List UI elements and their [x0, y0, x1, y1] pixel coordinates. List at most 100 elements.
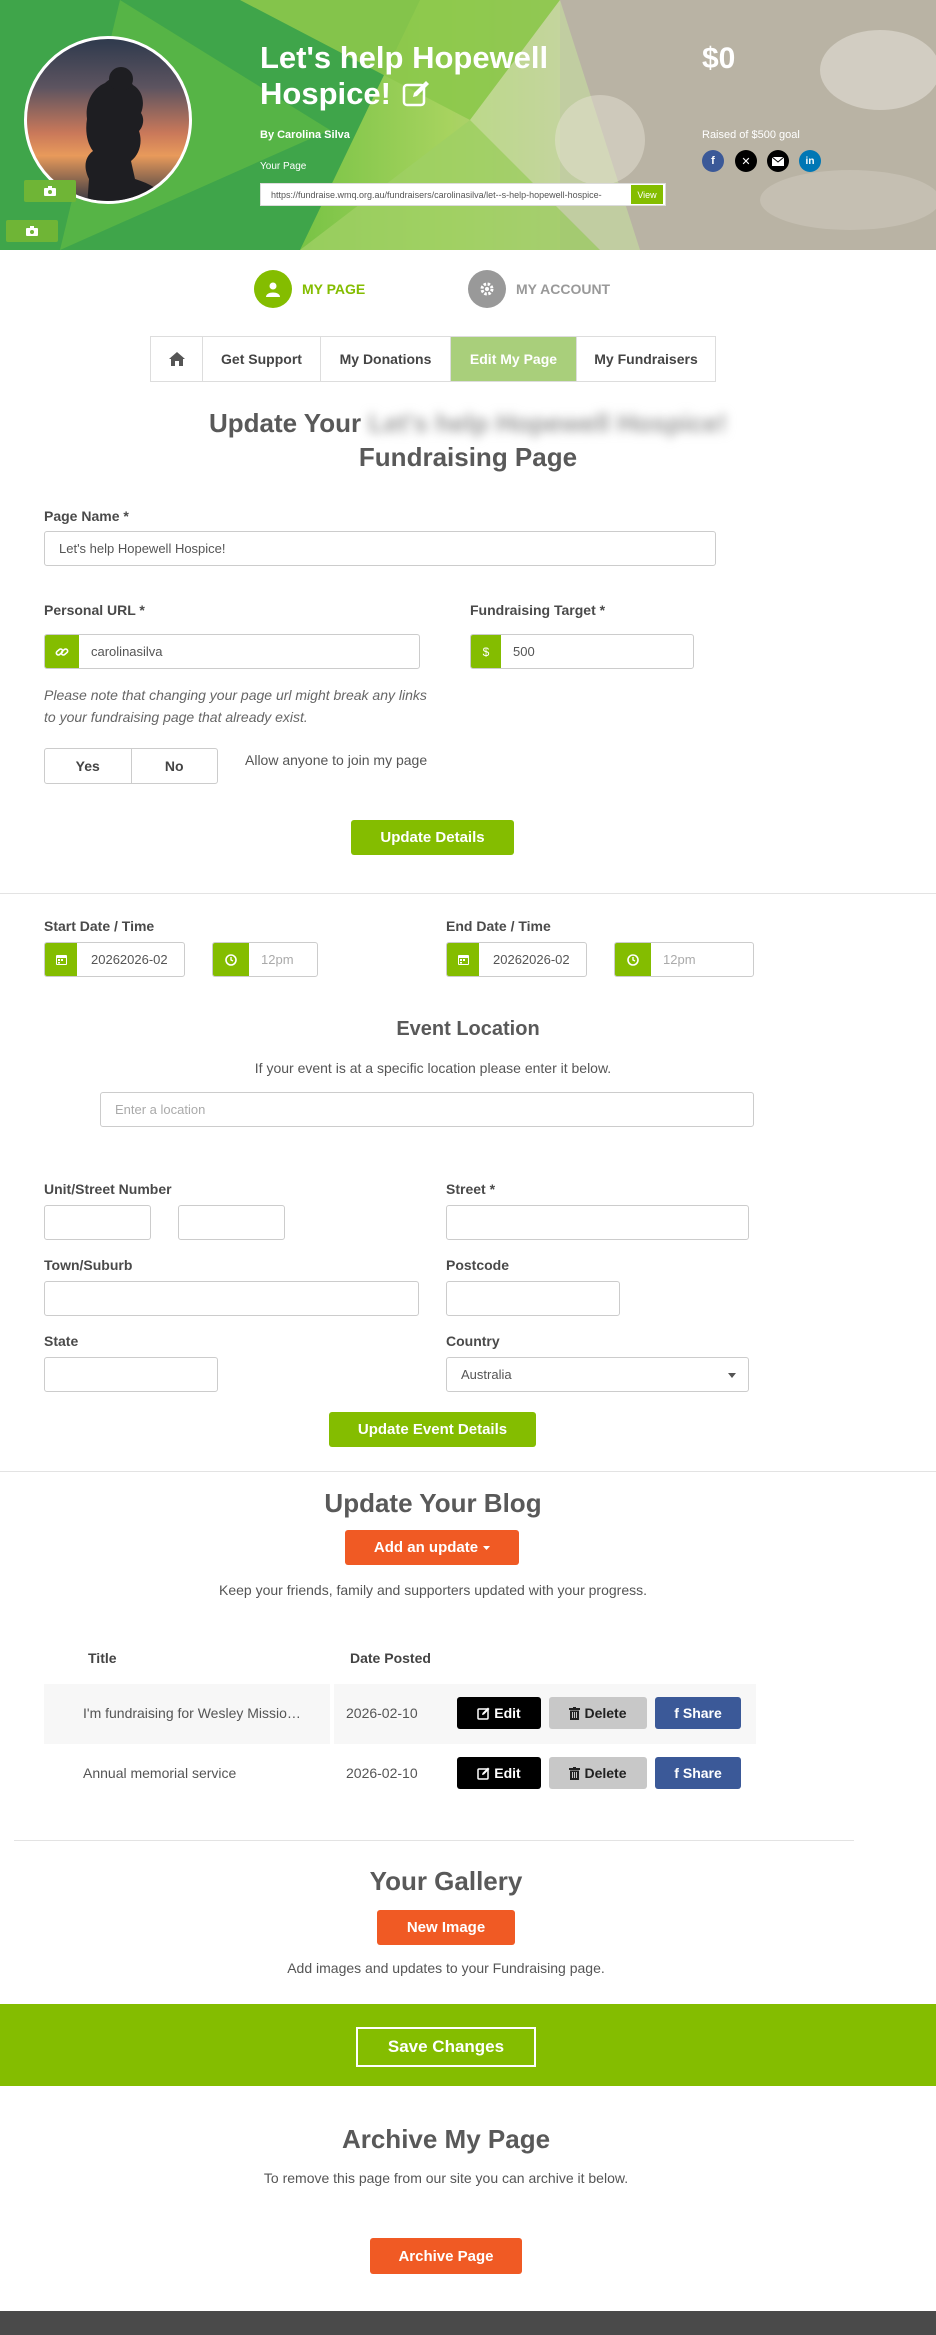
edit-label: Edit: [494, 1765, 521, 1781]
event-location-heading: Event Location: [396, 1018, 540, 1040]
change-photo-button[interactable]: [24, 180, 76, 202]
divider: [14, 1840, 854, 1841]
x-icon[interactable]: ✕: [735, 150, 757, 172]
tab-my-page[interactable]: MY PAGE: [254, 270, 365, 308]
archive-page-button[interactable]: Archive Page: [370, 2238, 522, 2274]
end-date-label: End Date / Time: [446, 918, 551, 934]
start-time-value: 12pm: [261, 952, 294, 967]
blog-desc: Keep your friends, family and supporters…: [218, 1582, 647, 1598]
start-time-input[interactable]: 12pm: [212, 942, 318, 977]
start-date-label: Start Date / Time: [44, 918, 155, 934]
delete-button[interactable]: Delete: [549, 1697, 647, 1729]
street-input[interactable]: [446, 1205, 749, 1240]
camera-icon: [26, 226, 38, 236]
delete-button[interactable]: Delete: [549, 1757, 647, 1789]
start-date-value: 20262026-02: [91, 952, 168, 967]
edit-icon: [477, 1767, 490, 1780]
page-url-text[interactable]: https://fundraise.wmq.org.au/fundraisers…: [261, 190, 631, 200]
start-date-input[interactable]: 20262026-02: [44, 942, 185, 977]
update-page-heading-prefix: Update Your: [208, 408, 362, 438]
end-time-input[interactable]: 12pm: [614, 942, 754, 977]
share-button[interactable]: f Share: [655, 1697, 741, 1729]
nav-get-support[interactable]: Get Support: [203, 337, 321, 381]
postcode-input[interactable]: [446, 1281, 620, 1316]
fundraising-target-value: 500: [513, 644, 535, 659]
table-row: I'm fundraising for Wesley Missio… 2026-…: [44, 1684, 756, 1744]
email-icon[interactable]: [767, 150, 789, 172]
nav-my-fundraisers[interactable]: My Fundraisers: [577, 337, 715, 381]
share-button[interactable]: f Share: [655, 1757, 741, 1789]
update-page-heading: Update Your Let's help Hopewell Hospice!: [0, 408, 936, 439]
page-title: Let's help Hopewell Hospice!: [260, 40, 620, 112]
hero-banner: Let's help Hopewell Hospice! By Carolina…: [0, 0, 936, 250]
update-page-heading-blurred: Let's help Hopewell Hospice!: [368, 408, 728, 438]
fundraising-target-label: Fundraising Target *: [470, 602, 606, 618]
view-page-button[interactable]: View: [631, 185, 663, 204]
country-value: Australia: [461, 1367, 512, 1382]
gallery-desc: Add images and updates to your Fundraisi…: [287, 1960, 605, 1976]
trash-icon: [569, 1766, 581, 1780]
footer-bar: [0, 2311, 936, 2335]
change-cover-button[interactable]: [6, 220, 58, 242]
gear-icon: [468, 270, 506, 308]
personal-url-input[interactable]: carolinasilva: [44, 634, 420, 669]
trash-icon: [569, 1706, 581, 1720]
unit-input[interactable]: [44, 1205, 151, 1240]
street-number-input[interactable]: [178, 1205, 285, 1240]
edit-button[interactable]: Edit: [457, 1757, 541, 1789]
update-details-button[interactable]: Update Details: [351, 820, 514, 855]
join-toggle: Yes No: [44, 748, 218, 784]
state-input[interactable]: [44, 1357, 218, 1392]
page-name-input[interactable]: Let's help Hopewell Hospice!: [44, 531, 716, 566]
tab-my-account[interactable]: MY ACCOUNT: [468, 270, 610, 308]
street-label: Street *: [446, 1181, 496, 1197]
your-page-label: Your Page: [260, 161, 307, 172]
nav-edit-my-page[interactable]: Edit My Page: [451, 337, 577, 381]
save-bar: Save Changes: [0, 2004, 936, 2086]
clock-icon: [213, 943, 249, 976]
edit-title-icon[interactable]: [401, 79, 431, 109]
divider: [0, 1471, 936, 1472]
add-update-button[interactable]: Add an update: [345, 1530, 519, 1565]
facebook-icon[interactable]: f: [702, 150, 724, 172]
add-update-label: Add an update: [373, 1539, 479, 1556]
yes-button[interactable]: Yes: [45, 749, 132, 783]
home-icon: [168, 352, 185, 366]
save-changes-button[interactable]: Save Changes: [356, 2027, 536, 2067]
row-title: Annual memorial service: [83, 1765, 237, 1781]
end-date-value: 20262026-02: [493, 952, 570, 967]
join-label: Allow anyone to join my page: [245, 752, 428, 768]
tab-my-account-label: MY ACCOUNT: [516, 281, 611, 297]
location-input[interactable]: Enter a location: [100, 1092, 754, 1127]
no-button[interactable]: No: [132, 749, 218, 783]
update-event-button[interactable]: Update Event Details: [329, 1412, 536, 1447]
edit-button[interactable]: Edit: [457, 1697, 541, 1729]
row-title: I'm fundraising for Wesley Missio…: [83, 1705, 301, 1721]
archive-desc: To remove this page from our site you ca…: [263, 2170, 629, 2186]
page-title-line1: Let's help Hopewell: [260, 40, 549, 75]
caret-down-icon: [483, 1545, 491, 1550]
facebook-icon: f: [674, 1705, 679, 1721]
author-name: By Carolina Silva: [260, 129, 350, 141]
linkedin-icon[interactable]: in: [799, 150, 821, 172]
country-select[interactable]: Australia: [446, 1357, 749, 1392]
edit-label: Edit: [494, 1705, 521, 1721]
tab-my-page-label: MY PAGE: [302, 281, 366, 297]
table-row: Annual memorial service 2026-02-10 Edit …: [44, 1744, 756, 1804]
page-name-label: Page Name *: [44, 508, 129, 524]
divider: [0, 893, 936, 894]
nav-home[interactable]: [151, 337, 203, 381]
link-icon: [45, 635, 79, 668]
new-image-button[interactable]: New Image: [377, 1910, 515, 1945]
end-date-input[interactable]: 20262026-02: [446, 942, 587, 977]
calendar-icon: [447, 943, 479, 976]
nav-my-donations[interactable]: My Donations: [321, 337, 451, 381]
fundraising-target-input[interactable]: $ 500: [470, 634, 694, 669]
event-location-desc: If your event is at a specific location …: [254, 1060, 612, 1076]
share-label: Share: [682, 1765, 722, 1781]
user-icon: [254, 270, 292, 308]
page-url-box: https://fundraise.wmq.org.au/fundraisers…: [260, 183, 666, 206]
town-input[interactable]: [44, 1281, 419, 1316]
row-date: 2026-02-10: [346, 1765, 418, 1781]
personal-url-value: carolinasilva: [91, 644, 163, 659]
